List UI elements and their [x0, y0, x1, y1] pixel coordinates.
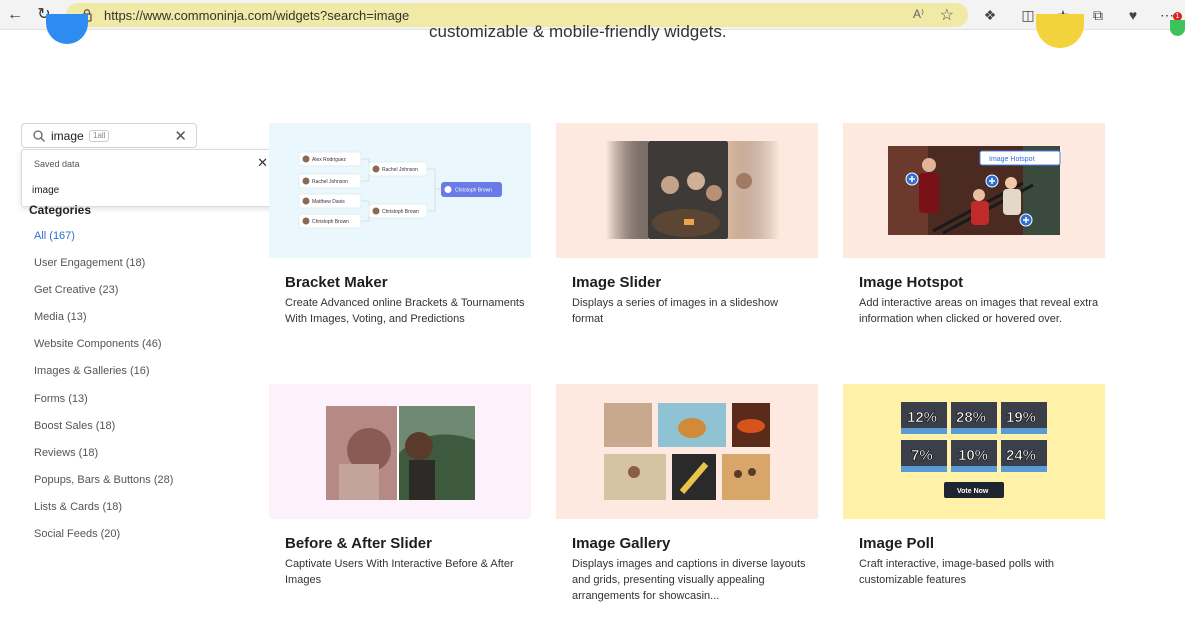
saved-search-item[interactable]: image — [32, 185, 59, 196]
category-all[interactable]: All (167) — [34, 229, 173, 256]
hero-subtitle: customizable & mobile-friendly widgets. — [429, 22, 727, 41]
vote-now-label: Vote Now — [957, 488, 989, 495]
category-forms[interactable]: Forms (13) — [34, 392, 173, 419]
search-count-tag: 1all — [89, 130, 110, 142]
widget-description: Add interactive areas on images that rev… — [859, 297, 1099, 325]
category-website-components[interactable]: Website Components (46) — [34, 337, 173, 364]
browser-essentials-icon[interactable]: ♥ — [1124, 6, 1142, 24]
poll-percent: 28% — [956, 409, 986, 426]
category-get-creative[interactable]: Get Creative (23) — [34, 283, 173, 310]
search-autocomplete-dropdown: Saved data ✕ image — [21, 149, 276, 207]
hotspot-label: Image Hotspot — [989, 156, 1035, 163]
bracket-entry: Alex Rodriguez — [312, 157, 346, 163]
poll-percent: 19% — [1006, 409, 1036, 426]
decorative-blob-yellow — [1036, 14, 1084, 48]
widget-card-image-poll[interactable]: 12% 28% 19% 7% 10% 24% Vote Now Image Po… — [843, 384, 1105, 614]
bracket-entry: Rachel Johnson — [312, 179, 348, 185]
poll-percent: 24% — [1006, 447, 1036, 464]
widget-description: Craft interactive, image-based polls wit… — [859, 558, 1055, 586]
widget-description: Captivate Users With Interactive Before … — [285, 558, 514, 586]
widget-title[interactable]: Image Hotspot — [859, 274, 963, 291]
decorative-blob-blue — [46, 14, 88, 44]
image-gallery-thumbnail — [556, 384, 818, 519]
poll-percent: 10% — [958, 447, 988, 464]
split-screen-icon[interactable]: ◫ — [1019, 6, 1037, 24]
widget-title[interactable]: Image Slider — [572, 274, 661, 291]
bracket-entry: Christoph Brown — [312, 219, 349, 225]
decorative-blob-green — [1170, 20, 1185, 36]
extension-icon[interactable]: ❖ — [981, 6, 999, 24]
address-url[interactable]: https://www.commoninja.com/widgets?searc… — [104, 8, 409, 23]
category-media[interactable]: Media (13) — [34, 310, 173, 337]
bracket-entry: Christoph Brown — [382, 209, 419, 215]
close-dropdown-icon[interactable]: ✕ — [257, 155, 268, 171]
widget-card-bracket-maker[interactable]: Alex Rodriguez Rachel Johnson Matthew Da… — [269, 123, 531, 353]
image-hotspot-thumbnail: Image Hotspot — [843, 123, 1105, 258]
widget-title[interactable]: Bracket Maker — [285, 274, 388, 291]
search-icon — [33, 130, 45, 142]
favorite-star-icon[interactable]: ☆ — [940, 5, 954, 25]
bracket-maker-thumbnail: Alex Rodriguez Rachel Johnson Matthew Da… — [269, 123, 531, 258]
category-popups-bars-buttons[interactable]: Popups, Bars & Buttons (28) — [34, 473, 173, 500]
widget-card-image-gallery[interactable]: Image Gallery Displays images and captio… — [556, 384, 818, 614]
search-value[interactable]: image — [51, 129, 84, 143]
categories-heading: Categories — [29, 203, 92, 217]
category-boost-sales[interactable]: Boost Sales (18) — [34, 419, 173, 446]
image-slider-thumbnail — [556, 123, 818, 258]
poll-percent: 12% — [907, 409, 937, 426]
image-poll-thumbnail: 12% 28% 19% 7% 10% 24% Vote Now — [843, 384, 1105, 519]
category-list: All (167) User Engagement (18) Get Creat… — [34, 229, 173, 554]
bracket-winner: Christoph Brown — [455, 188, 492, 194]
before-after-thumbnail — [269, 384, 531, 519]
category-social-feeds[interactable]: Social Feeds (20) — [34, 527, 173, 554]
category-reviews[interactable]: Reviews (18) — [34, 446, 173, 473]
category-images-galleries[interactable]: Images & Galleries (16) — [34, 364, 173, 391]
saved-data-header: Saved data — [34, 159, 80, 169]
widget-search-input[interactable]: image 1all ✕ — [21, 123, 197, 148]
bracket-entry: Rachel Johnson — [382, 167, 418, 173]
widget-title[interactable]: Before & After Slider — [285, 535, 432, 552]
widget-description: Create Advanced online Brackets & Tourna… — [285, 297, 525, 325]
widget-card-image-slider[interactable]: Image Slider Displays a series of images… — [556, 123, 818, 353]
bracket-entry: Matthew Davis — [312, 199, 345, 205]
widget-description: Displays images and captions in diverse … — [572, 558, 806, 602]
back-icon[interactable]: ← — [4, 5, 26, 25]
collections-icon[interactable]: ⧉ — [1089, 6, 1107, 24]
category-user-engagement[interactable]: User Engagement (18) — [34, 256, 173, 283]
category-lists-cards[interactable]: Lists & Cards (18) — [34, 500, 173, 527]
widget-description: Displays a series of images in a slidesh… — [572, 297, 779, 325]
widget-card-before-after-slider[interactable]: Before & After Slider Captivate Users Wi… — [269, 384, 531, 614]
clear-search-icon[interactable]: ✕ — [174, 127, 187, 145]
widget-title[interactable]: Image Gallery — [572, 535, 670, 552]
poll-percent: 7% — [911, 447, 933, 464]
read-aloud-icon[interactable]: A⁾ — [913, 7, 924, 21]
widget-title[interactable]: Image Poll — [859, 535, 934, 552]
widget-card-image-hotspot[interactable]: Image Hotspot Image Hotspot Add interact… — [843, 123, 1105, 353]
